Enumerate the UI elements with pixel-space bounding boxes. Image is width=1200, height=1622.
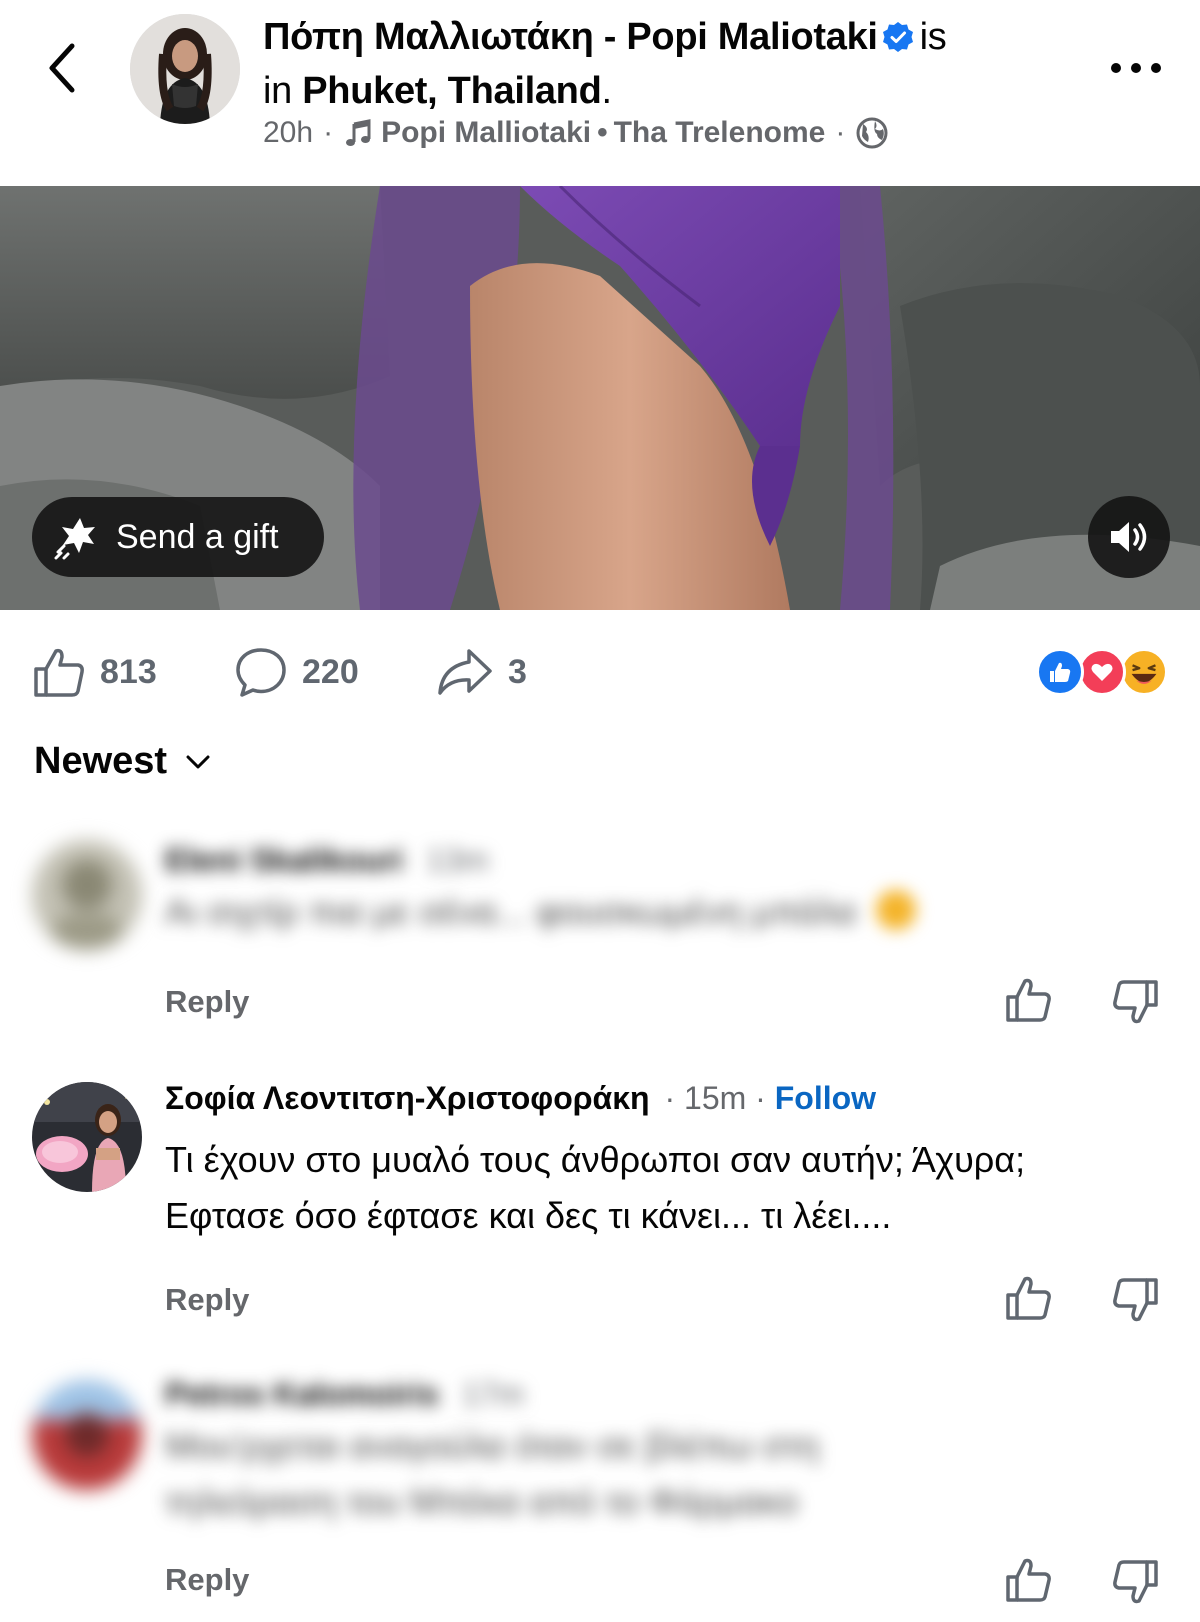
love-reaction-icon bbox=[1078, 648, 1126, 696]
share-button[interactable]: 3 bbox=[436, 642, 527, 702]
is-text: is bbox=[919, 16, 947, 58]
share-icon bbox=[438, 649, 492, 695]
downvote-icon[interactable] bbox=[1112, 978, 1160, 1026]
music-title: Tha Trelenome bbox=[613, 116, 826, 149]
comment-text: Μου'ρχεται αναγούλα όταν σε βλέπω στη τη… bbox=[165, 1418, 1175, 1530]
location-link[interactable]: Phuket, Thailand bbox=[302, 70, 602, 112]
post-time: 20h bbox=[263, 116, 314, 149]
comment-item: Eleni Skalikouri 13m Αι σιχτίρ πια με σέ… bbox=[0, 820, 1200, 1030]
author-name[interactable]: Πόπη Μαλλιωτάκη - Popi Maliotaki bbox=[263, 16, 878, 58]
comment-icon bbox=[236, 648, 286, 697]
send-gift-label: Send a gift bbox=[116, 517, 279, 556]
comment-item: Σοφία Λεοντιτση-Χριστοφοράκη · 15m · Fol… bbox=[0, 1070, 1200, 1322]
comment-body-line-2: Εφτασε όσο έφτασε και δες τι κάνει... τι… bbox=[165, 1195, 892, 1236]
gift-icon bbox=[54, 518, 95, 560]
commenter-name[interactable]: Petros Kalomoiris bbox=[165, 1376, 439, 1412]
share-count: 3 bbox=[508, 652, 527, 691]
back-icon bbox=[49, 43, 75, 93]
comment-button[interactable]: 220 bbox=[234, 642, 359, 702]
post-header: Πόπη Μαλλιωτάκη - Popi Maliotaki is in Ph… bbox=[0, 0, 1200, 186]
meta-dot-2: · bbox=[835, 116, 846, 149]
music-icon bbox=[346, 119, 371, 146]
comment-time: 17m bbox=[461, 1376, 524, 1412]
sort-label: Newest bbox=[34, 740, 168, 782]
title-period: . bbox=[601, 70, 613, 112]
comment-body-line-1: Τι έχουν στο μυαλό τους άνθρωποι σαν αυτ… bbox=[165, 1139, 1026, 1180]
music-attribution[interactable]: Popi Malliotaki • Tha Trelenome bbox=[343, 116, 825, 150]
reply-button[interactable]: Reply bbox=[165, 984, 249, 1020]
haha-reaction-icon bbox=[1120, 648, 1168, 696]
comment-header: Eleni Skalikouri 13m bbox=[165, 842, 488, 879]
reply-button[interactable]: Reply bbox=[165, 1562, 249, 1598]
commenter-avatar[interactable] bbox=[32, 1082, 142, 1192]
author-avatar[interactable] bbox=[130, 14, 240, 124]
post-meta: 20h · Popi Malliotaki • Tha Trelenome · bbox=[263, 116, 889, 150]
crying-emoji-icon bbox=[876, 890, 917, 930]
meta-dot: · bbox=[323, 116, 334, 149]
like-icon bbox=[34, 648, 84, 697]
comment-dot-2: · bbox=[755, 1080, 766, 1116]
comment-header: Σοφία Λεοντιτση-Χριστοφοράκη · 15m · Fol… bbox=[165, 1080, 876, 1117]
header-title: Πόπη Μαλλιωτάκη - Popi Maliotaki is in Ph… bbox=[263, 10, 1063, 118]
commenter-name[interactable]: Σοφία Λεοντιτση-Χριστοφοράκη bbox=[165, 1080, 650, 1116]
comment-dot: · bbox=[664, 1080, 676, 1116]
globe-icon bbox=[856, 117, 888, 149]
comment-text: Τι έχουν στο μυαλό τους άνθρωποι σαν αυτ… bbox=[165, 1132, 1175, 1244]
commenter-avatar[interactable] bbox=[32, 1380, 142, 1490]
reaction-summary[interactable] bbox=[1036, 648, 1172, 698]
comment-header: Petros Kalomoiris 17m bbox=[165, 1376, 524, 1413]
music-separator: • bbox=[597, 116, 608, 149]
upvote-icon[interactable] bbox=[1004, 976, 1052, 1024]
comment-time: 15m bbox=[684, 1080, 747, 1116]
downvote-icon[interactable] bbox=[1112, 1276, 1160, 1324]
back-button[interactable] bbox=[42, 38, 82, 98]
comment-sort-dropdown[interactable]: Newest bbox=[34, 740, 211, 783]
like-count: 813 bbox=[100, 652, 157, 691]
more-options-button[interactable] bbox=[1108, 56, 1164, 80]
verified-icon bbox=[882, 22, 913, 52]
follow-button[interactable]: Follow bbox=[775, 1080, 876, 1116]
comment-count: 220 bbox=[302, 652, 359, 691]
sound-toggle-button[interactable] bbox=[1088, 496, 1170, 578]
comment-text: Αι σιχτίρ πια με σένα... φουσκωμένη μπάλ… bbox=[165, 884, 1175, 940]
more-icon bbox=[1111, 63, 1161, 73]
reply-button[interactable]: Reply bbox=[165, 1282, 249, 1318]
commenter-name[interactable]: Eleni Skalikouri bbox=[165, 842, 403, 878]
downvote-icon[interactable] bbox=[1112, 1558, 1160, 1606]
comment-body-line-1: Μου'ρχεται αναγούλα όταν σε βλέπω στη bbox=[165, 1425, 820, 1466]
comment-time: 13m bbox=[426, 842, 489, 878]
chevron-down-icon bbox=[186, 755, 210, 768]
action-bar: 813 220 3 bbox=[0, 624, 1200, 720]
sound-icon bbox=[1111, 522, 1147, 552]
upvote-icon[interactable] bbox=[1004, 1556, 1052, 1604]
like-button[interactable]: 813 bbox=[32, 642, 157, 702]
send-gift-button[interactable]: Send a gift bbox=[32, 497, 324, 577]
commenter-avatar[interactable] bbox=[32, 840, 142, 950]
comment-body: Αι σιχτίρ πια με σένα... φουσκωμένη μπάλ… bbox=[165, 891, 857, 932]
in-text: in bbox=[263, 70, 292, 112]
comment-item: Petros Kalomoiris 17m Μου'ρχεται αναγούλ… bbox=[0, 1362, 1200, 1622]
upvote-icon[interactable] bbox=[1004, 1274, 1052, 1322]
music-artist: Popi Malliotaki bbox=[381, 116, 592, 149]
comment-body-line-2: τηλεόραση του Μπέκα από το Φάρμακο bbox=[165, 1481, 799, 1522]
like-reaction-icon bbox=[1036, 648, 1084, 696]
